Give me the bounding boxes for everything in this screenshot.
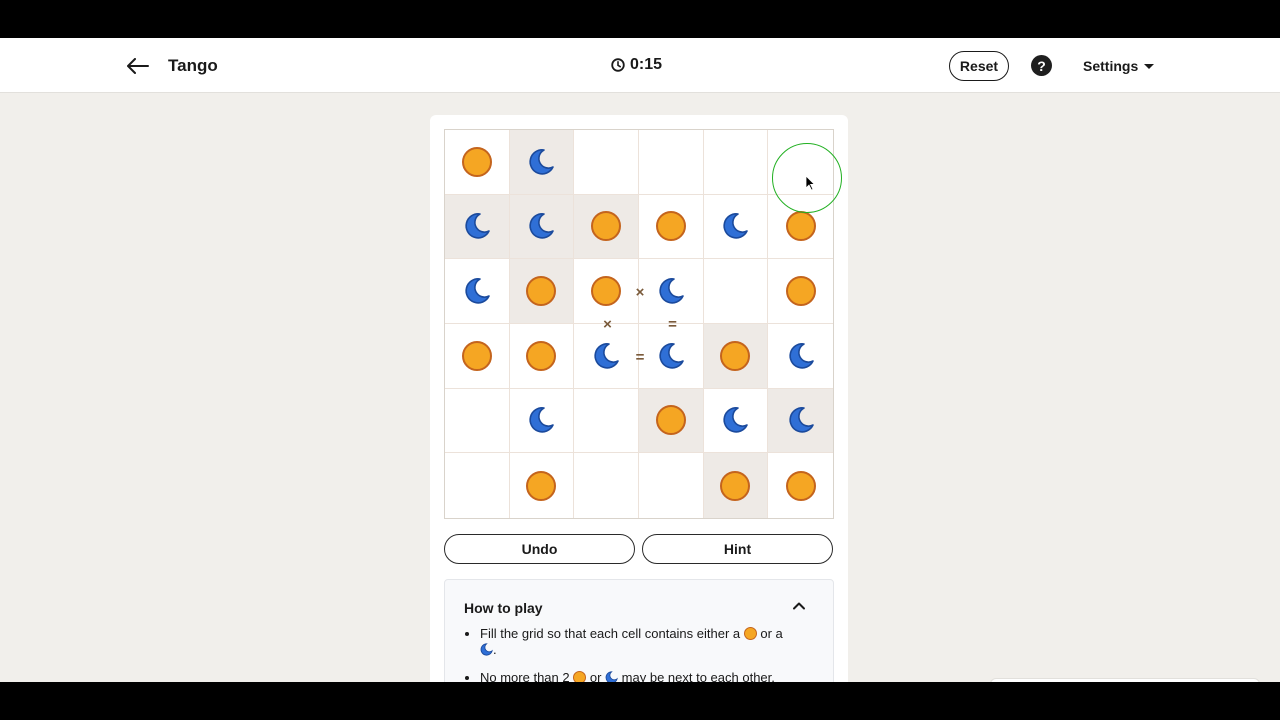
board-cell[interactable] bbox=[574, 259, 639, 324]
moon-icon bbox=[659, 342, 684, 369]
sun-icon bbox=[785, 470, 816, 501]
sun-icon bbox=[655, 405, 686, 436]
board-cell[interactable] bbox=[768, 324, 833, 389]
board-cell[interactable] bbox=[703, 388, 769, 454]
sun-icon bbox=[591, 211, 622, 242]
side-card bbox=[990, 678, 1260, 682]
board-cell[interactable] bbox=[703, 194, 769, 260]
sun-icon bbox=[461, 146, 492, 177]
mouse-cursor-icon bbox=[805, 175, 815, 191]
reset-button[interactable]: Reset bbox=[949, 51, 1009, 81]
how-to-play-panel: How to play Fill the grid so that each c… bbox=[444, 579, 834, 682]
rule-item: No more than 2 or may be next to each ot… bbox=[480, 670, 810, 682]
how-to-play-title: How to play bbox=[464, 600, 543, 616]
board-cell[interactable] bbox=[638, 388, 704, 454]
page: Tango 0:15 Reset ? Settings × × = = Undo Hi… bbox=[0, 38, 1280, 682]
sun-icon bbox=[655, 211, 686, 242]
moon-icon bbox=[465, 213, 490, 240]
board-cell[interactable] bbox=[509, 259, 575, 324]
moon-icon bbox=[723, 213, 749, 240]
board-cell[interactable] bbox=[703, 130, 769, 195]
board-cell[interactable] bbox=[574, 130, 639, 195]
game-board bbox=[444, 129, 834, 519]
board-cell[interactable] bbox=[445, 194, 510, 260]
board-cell[interactable] bbox=[638, 194, 704, 260]
rules-list: Fill the grid so that each cell contains… bbox=[480, 626, 810, 682]
moon-icon bbox=[659, 278, 684, 304]
board-cell[interactable] bbox=[703, 453, 769, 518]
board-cell[interactable] bbox=[768, 388, 833, 454]
settings-dropdown[interactable]: Settings bbox=[1083, 58, 1155, 74]
clock-icon bbox=[611, 58, 625, 72]
hint-button[interactable]: Hint bbox=[642, 534, 833, 564]
board-cell[interactable] bbox=[768, 130, 833, 195]
help-button[interactable]: ? bbox=[1031, 55, 1052, 76]
question-icon: ? bbox=[1037, 57, 1046, 74]
caret-down-icon bbox=[1144, 64, 1155, 69]
sun-icon bbox=[526, 470, 557, 501]
board-cell[interactable] bbox=[509, 130, 575, 195]
moon-icon bbox=[465, 278, 490, 304]
rule-item: Fill the grid so that each cell contains… bbox=[480, 626, 810, 658]
board-cell[interactable] bbox=[574, 194, 639, 260]
sun-icon bbox=[573, 671, 587, 682]
opposite-constraint: × bbox=[603, 316, 612, 333]
board-cell[interactable] bbox=[703, 323, 769, 389]
board-cell[interactable] bbox=[445, 453, 510, 518]
board-cell[interactable] bbox=[638, 259, 704, 324]
board-cell[interactable] bbox=[574, 388, 639, 454]
board-cell[interactable] bbox=[445, 388, 510, 454]
settings-label: Settings bbox=[1083, 58, 1139, 74]
board-cell[interactable] bbox=[509, 194, 575, 260]
board-cell[interactable] bbox=[509, 388, 575, 454]
undo-button[interactable]: Undo bbox=[444, 534, 635, 564]
board-cell[interactable] bbox=[445, 323, 510, 389]
board-cell[interactable] bbox=[768, 195, 833, 260]
board-cell[interactable] bbox=[574, 323, 639, 389]
sun-icon bbox=[591, 276, 622, 307]
timer: 0:15 bbox=[611, 56, 662, 74]
back-button[interactable] bbox=[122, 50, 154, 82]
sun-icon bbox=[526, 340, 557, 371]
board-cell[interactable] bbox=[638, 323, 704, 389]
opposite-constraint: × bbox=[635, 283, 645, 301]
chevron-up-icon[interactable] bbox=[791, 598, 807, 614]
sun-icon bbox=[743, 627, 757, 640]
board-cell[interactable] bbox=[703, 259, 769, 324]
board-cell[interactable] bbox=[574, 453, 639, 518]
page-title: Tango bbox=[168, 56, 218, 75]
board-cell[interactable] bbox=[445, 259, 510, 324]
moon-icon bbox=[605, 671, 618, 682]
board-cell[interactable] bbox=[445, 130, 510, 195]
moon-icon bbox=[789, 407, 814, 434]
board-cell[interactable] bbox=[768, 259, 833, 324]
moon-icon bbox=[529, 407, 555, 434]
moon-icon bbox=[480, 643, 493, 656]
board-cell[interactable] bbox=[639, 453, 704, 518]
moon-icon bbox=[789, 342, 814, 369]
board-cell[interactable] bbox=[510, 453, 575, 518]
sun-icon bbox=[720, 470, 751, 501]
top-bar: Tango 0:15 Reset ? Settings bbox=[0, 38, 1280, 93]
sun-icon bbox=[526, 276, 557, 307]
timer-value: 0:15 bbox=[630, 56, 663, 73]
moon-icon bbox=[594, 342, 619, 369]
moon-icon bbox=[723, 407, 749, 434]
board-cell[interactable] bbox=[509, 323, 575, 389]
sun-icon bbox=[785, 276, 816, 307]
equal-constraint: = bbox=[668, 316, 677, 333]
arrow-left-icon bbox=[127, 58, 149, 74]
moon-icon bbox=[529, 213, 555, 240]
moon-icon bbox=[529, 148, 555, 175]
board-cell[interactable] bbox=[768, 453, 833, 518]
equal-constraint: = bbox=[635, 348, 645, 366]
sun-icon bbox=[461, 340, 492, 371]
board-cell[interactable] bbox=[638, 130, 704, 195]
sun-icon bbox=[785, 211, 816, 242]
sun-icon bbox=[720, 340, 751, 371]
